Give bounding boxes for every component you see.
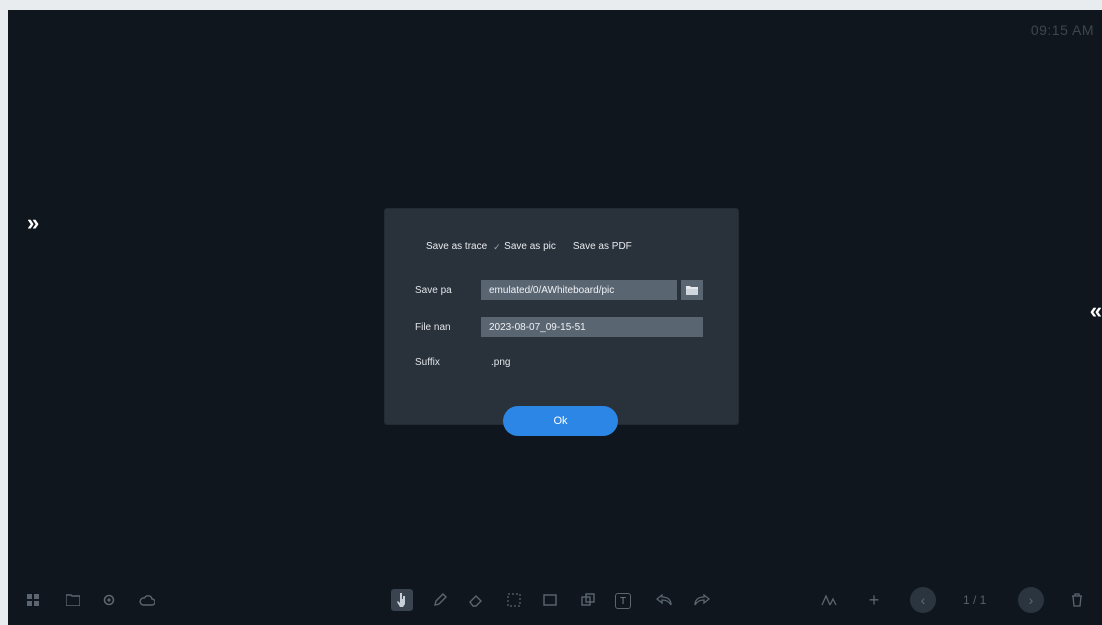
pointer-hand-icon[interactable] bbox=[391, 589, 413, 611]
bottom-toolbar: T + ‹ 1 / 1 › bbox=[8, 579, 1102, 625]
screen-frame-top bbox=[0, 0, 1102, 10]
save-dialog: Save as trace ✓ Save as pic Save as PDF … bbox=[385, 209, 738, 424]
chevron-left-icon: ‹ bbox=[920, 592, 926, 608]
select-icon[interactable] bbox=[503, 589, 525, 611]
file-name-label: File nan bbox=[415, 321, 451, 333]
option-label: Save as trace bbox=[426, 241, 488, 252]
delete-page-icon[interactable] bbox=[1066, 589, 1088, 611]
checkbox-icon[interactable] bbox=[415, 243, 423, 251]
chevron-right-icon: › bbox=[1028, 592, 1034, 608]
browse-folder-button[interactable] bbox=[681, 280, 703, 300]
add-page-icon[interactable]: + bbox=[863, 589, 885, 611]
clock: 09:15 AM bbox=[1030, 22, 1094, 38]
previous-page-button[interactable]: ‹ bbox=[910, 587, 936, 613]
redo-icon[interactable] bbox=[691, 589, 713, 611]
undo-icon[interactable] bbox=[653, 589, 675, 611]
cloud-icon[interactable] bbox=[136, 589, 158, 611]
option-label: Save as PDF bbox=[572, 241, 632, 252]
eraser-icon[interactable] bbox=[465, 589, 487, 611]
suffix-row: Suffix .png bbox=[415, 357, 510, 368]
settings-icon[interactable] bbox=[98, 589, 120, 611]
page-thumbnails-icon[interactable] bbox=[818, 589, 840, 611]
screen-frame-left bbox=[0, 0, 8, 625]
checkbox-icon[interactable] bbox=[562, 243, 570, 251]
apps-icon[interactable] bbox=[22, 589, 44, 611]
folder-icon bbox=[686, 286, 698, 295]
option-save-as-pdf[interactable]: Save as PDF bbox=[562, 241, 632, 252]
suffix-label: Suffix bbox=[415, 357, 440, 368]
option-label: Save as pic bbox=[504, 241, 556, 252]
save-path-field[interactable]: emulated/0/AWhiteboard/pic bbox=[481, 280, 677, 300]
expand-right-panel-button[interactable]: « bbox=[1090, 300, 1102, 322]
pen-icon[interactable] bbox=[429, 589, 451, 611]
clone-icon[interactable] bbox=[577, 589, 599, 611]
page-indicator: 1 / 1 bbox=[963, 593, 987, 607]
option-save-as-trace[interactable]: Save as trace bbox=[415, 241, 487, 252]
expand-left-panel-button[interactable]: » bbox=[27, 212, 39, 234]
text-tool-icon[interactable]: T bbox=[615, 593, 631, 609]
suffix-value: .png bbox=[491, 357, 511, 368]
save-format-options: Save as trace ✓ Save as pic Save as PDF bbox=[415, 241, 632, 252]
file-name-field[interactable]: 2023-08-07_09-15-51 bbox=[481, 317, 703, 337]
checkmark-icon[interactable]: ✓ bbox=[493, 242, 501, 251]
next-page-button[interactable]: › bbox=[1018, 587, 1044, 613]
folder-open-icon[interactable] bbox=[62, 589, 84, 611]
shapes-icon[interactable] bbox=[539, 589, 561, 611]
ok-button[interactable]: Ok bbox=[503, 406, 618, 436]
file-name-row: File nan 2023-08-07_09-15-51 bbox=[415, 317, 703, 337]
option-save-as-pic[interactable]: ✓ Save as pic bbox=[493, 241, 556, 252]
save-path-row: Save pa emulated/0/AWhiteboard/pic bbox=[415, 280, 703, 300]
save-path-label: Save pa bbox=[415, 284, 452, 296]
